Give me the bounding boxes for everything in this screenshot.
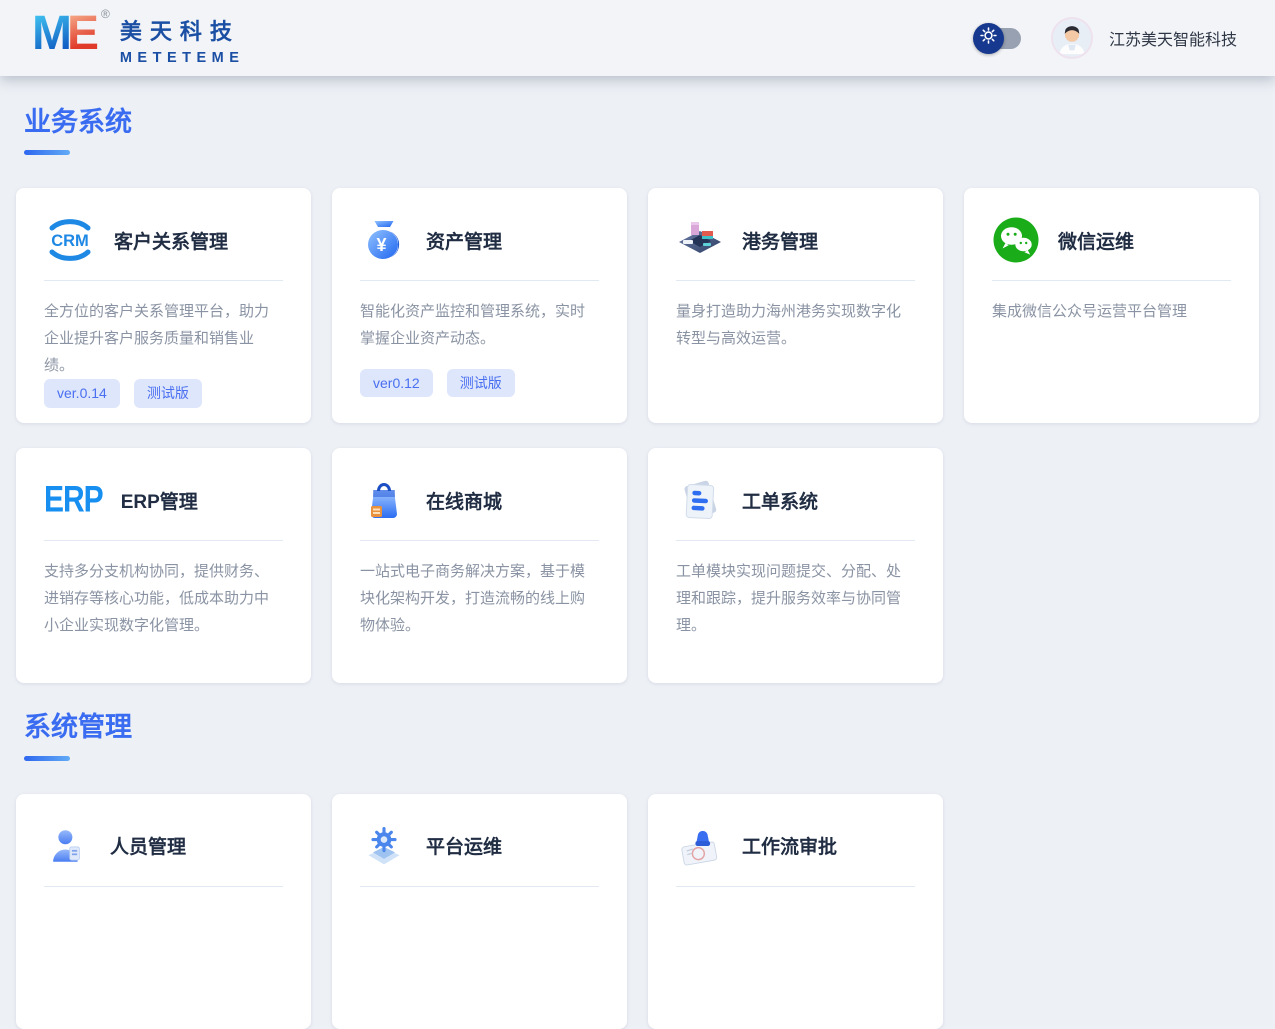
card-divider	[44, 540, 283, 541]
svg-text:¥: ¥	[376, 235, 386, 255]
registered-trademark-symbol: ®	[101, 9, 110, 20]
theme-toggle[interactable]	[979, 28, 1021, 49]
card-divider	[360, 886, 599, 887]
card-title: 工单系统	[742, 487, 818, 514]
sun-icon	[979, 26, 998, 50]
card-divider	[360, 540, 599, 541]
app-card[interactable]: 人员管理	[16, 794, 311, 1029]
card-title: 资产管理	[426, 227, 502, 254]
card-description: 集成微信公众号运营平台管理	[992, 298, 1231, 325]
theme-toggle-knob[interactable]	[973, 23, 1004, 54]
header-right-group: 江苏美天智能科技	[979, 17, 1237, 59]
card-badges: ver.0.14 测试版	[44, 379, 283, 407]
card-title: 人员管理	[110, 832, 186, 859]
system-cards-grid: 人员管理 平台运维 工作流审	[16, 794, 1259, 1029]
card-title: ERP管理	[121, 487, 198, 514]
card-divider	[676, 280, 915, 281]
port-icon	[676, 214, 724, 266]
section-title-underline	[24, 150, 70, 155]
person-icon	[44, 820, 92, 872]
card-header: ¥ 资产管理	[360, 214, 599, 266]
card-header: 工单系统	[676, 474, 915, 526]
card-divider	[676, 886, 915, 887]
user-avatar[interactable]	[1051, 17, 1093, 59]
logo-me-mark: M E ®	[32, 11, 110, 57]
card-header: 人员管理	[44, 820, 283, 872]
card-description: 工单模块实现问题提交、分配、处理和跟踪，提升服务效率与协同管理。	[676, 558, 915, 639]
section-title-business: 业务系统	[24, 106, 1259, 138]
card-divider	[360, 280, 599, 281]
crm-icon: CRM	[44, 214, 96, 266]
app-card[interactable]: 港务管理 量身打造助力海州港务实现数字化转型与高效运营。	[648, 188, 943, 423]
app-card[interactable]: 平台运维	[332, 794, 627, 1029]
card-header: 平台运维	[360, 820, 599, 872]
user-company-name[interactable]: 江苏美天智能科技	[1109, 26, 1237, 50]
documents-icon	[676, 474, 724, 526]
company-logo: M E ® 美天科技 METETEME	[32, 11, 244, 66]
logo-wordmark: 美天科技 METETEME	[120, 14, 245, 66]
app-card[interactable]: ERP ERP管理 支持多分支机构协同，提供财务、进销存等核心功能，低成本助力中…	[16, 448, 311, 683]
section-title-system: 系统管理	[24, 711, 1259, 743]
version-badge: ver.0.14	[44, 379, 120, 407]
version-badge: 测试版	[447, 369, 515, 397]
svg-text:CRM: CRM	[51, 232, 89, 250]
card-description: 全方位的客户关系管理平台，助力企业提升客户服务质量和销售业绩。	[44, 298, 283, 379]
logo-letter-e: E	[67, 11, 99, 57]
app-card[interactable]: CRM 客户关系管理 全方位的客户关系管理平台，助力企业提升客户服务质量和销售业…	[16, 188, 311, 423]
card-header: 在线商城	[360, 474, 599, 526]
card-title: 平台运维	[426, 832, 502, 859]
card-header: ERP ERP管理	[44, 474, 283, 526]
section-business-systems: 业务系统 CRM 客户关系管理 全方位的客户关系管理平台，助力企业提升客户服务质…	[16, 106, 1259, 683]
shopping-bag-icon	[360, 474, 408, 526]
version-badge: ver0.12	[360, 369, 433, 397]
app-card[interactable]: ¥ 资产管理 智能化资产监控和管理系统，实时掌握企业资产动态。 ver0.12 测…	[332, 188, 627, 423]
card-title: 微信运维	[1058, 227, 1134, 254]
app-card[interactable]: 微信运维 集成微信公众号运营平台管理	[964, 188, 1259, 423]
card-description: 一站式电子商务解决方案，基于模块化架构开发，打造流畅的线上购物体验。	[360, 558, 599, 639]
card-divider	[676, 540, 915, 541]
card-description: 智能化资产监控和管理系统，实时掌握企业资产动态。	[360, 298, 599, 352]
card-title: 客户关系管理	[114, 227, 228, 254]
card-header: 工作流审批	[676, 820, 915, 872]
wechat-icon	[992, 214, 1040, 266]
card-description: 支持多分支机构协同，提供财务、进销存等核心功能，低成本助力中小企业实现数字化管理…	[44, 558, 283, 639]
section-system-management: 系统管理 人员管理 平台运维	[16, 711, 1259, 1028]
erp-text-icon: ERP	[44, 474, 103, 526]
business-cards-grid: CRM 客户关系管理 全方位的客户关系管理平台，助力企业提升客户服务质量和销售业…	[16, 188, 1259, 683]
logo-name-en: METETEME	[120, 50, 245, 66]
stamp-icon	[676, 820, 724, 872]
card-divider	[44, 280, 283, 281]
logo-name-cn: 美天科技	[120, 14, 245, 46]
card-title: 港务管理	[742, 227, 818, 254]
money-bag-icon: ¥	[360, 214, 408, 266]
card-badges: ver0.12 测试版	[360, 369, 599, 397]
main-content: 业务系统 CRM 客户关系管理 全方位的客户关系管理平台，助力企业提升客户服务质…	[0, 76, 1275, 1029]
logo-letter-m: M	[32, 11, 72, 57]
gear-platform-icon	[360, 820, 408, 872]
card-title: 在线商城	[426, 487, 502, 514]
card-header: 港务管理	[676, 214, 915, 266]
card-header: 微信运维	[992, 214, 1231, 266]
app-card[interactable]: 工单系统 工单模块实现问题提交、分配、处理和跟踪，提升服务效率与协同管理。	[648, 448, 943, 683]
card-header: CRM 客户关系管理	[44, 214, 283, 266]
card-divider	[992, 280, 1231, 281]
section-title-underline	[24, 756, 70, 761]
version-badge: 测试版	[134, 379, 202, 407]
app-header: M E ® 美天科技 METETEME	[0, 0, 1275, 76]
app-card[interactable]: 在线商城 一站式电子商务解决方案，基于模块化架构开发，打造流畅的线上购物体验。	[332, 448, 627, 683]
card-title: 工作流审批	[742, 832, 837, 859]
card-description: 量身打造助力海州港务实现数字化转型与高效运营。	[676, 298, 915, 352]
card-divider	[44, 886, 283, 887]
app-card[interactable]: 工作流审批	[648, 794, 943, 1029]
